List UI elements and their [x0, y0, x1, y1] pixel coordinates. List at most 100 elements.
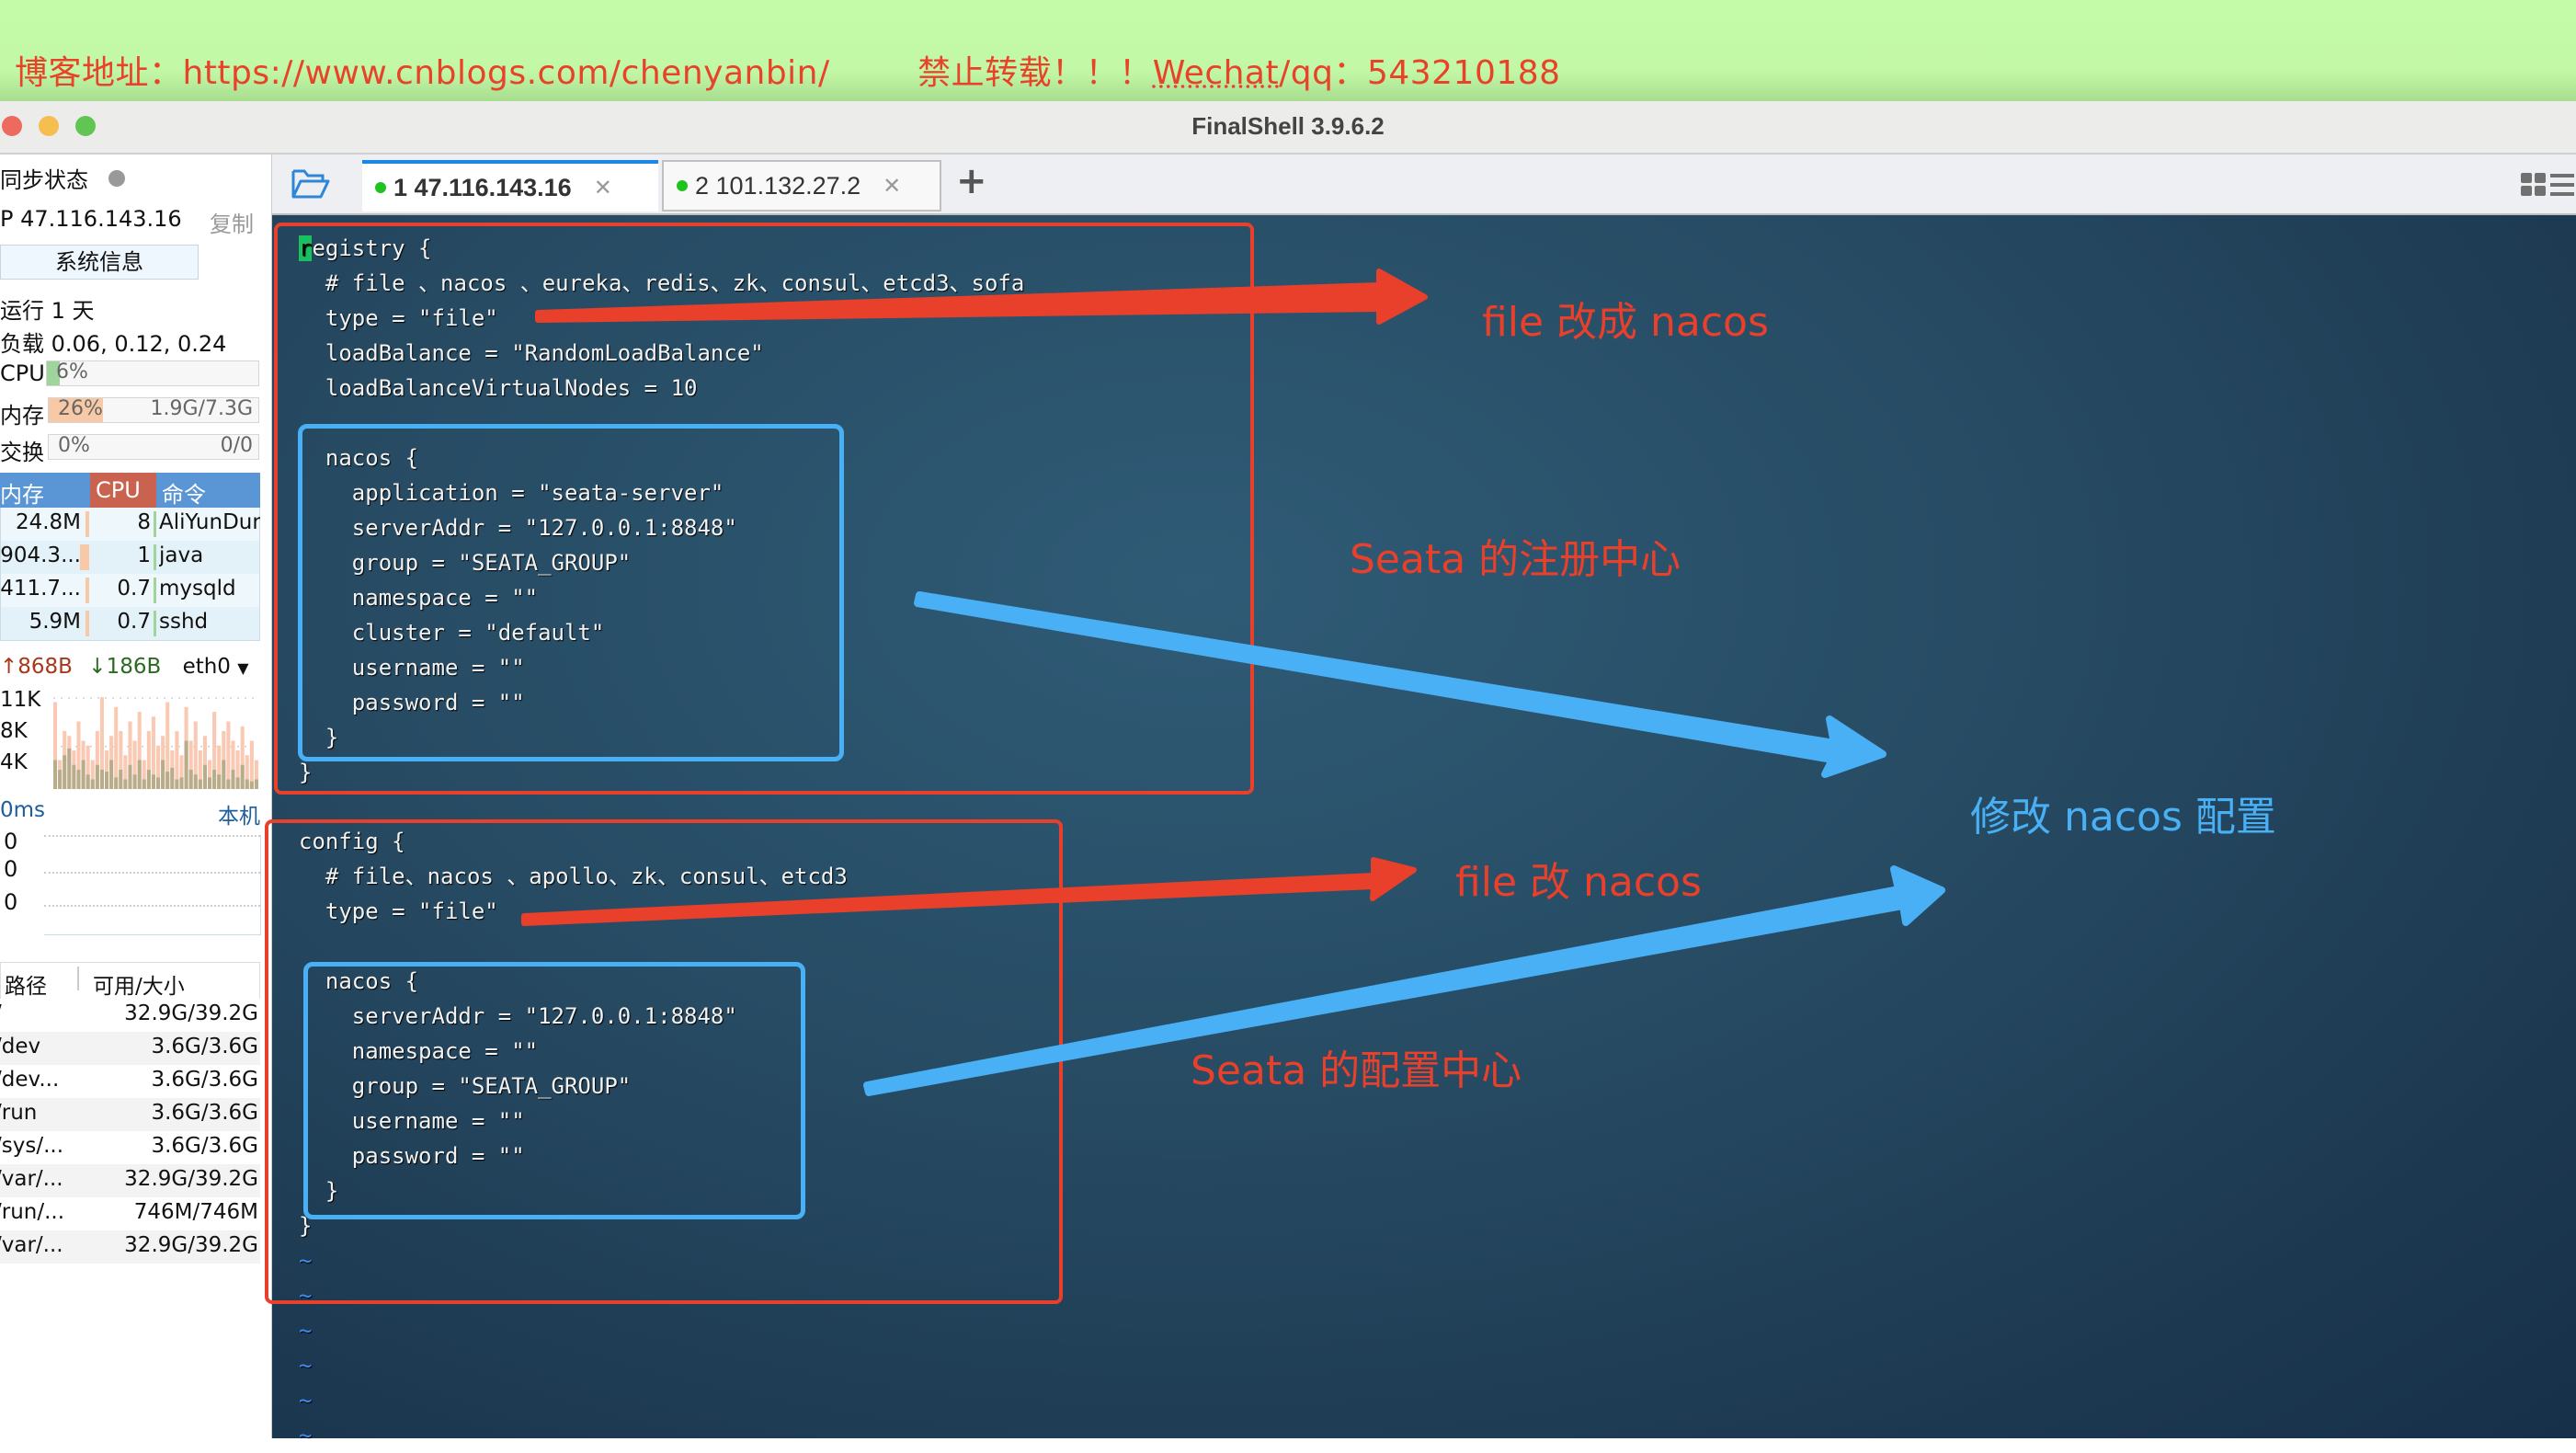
tab-session-2[interactable]: 2 101.132.27.2 ✕	[662, 160, 941, 212]
network-download-bar	[151, 774, 155, 789]
terminal-line: ~	[299, 1353, 313, 1379]
tab-session-1[interactable]: 1 47.116.143.16 ✕	[362, 160, 658, 212]
process-memory-bar	[85, 578, 89, 603]
network-download-bar	[208, 777, 212, 789]
system-info-button[interactable]: 系统信息	[0, 245, 199, 280]
network-download-bar	[188, 770, 193, 789]
window-title: FinalShell 3.9.6.2	[1191, 112, 1385, 140]
process-table: 24.8M 8 AliYunDun 904.3... 1 java 411.7... 0.7 m…	[0, 508, 260, 641]
disk-row[interactable]: /run 3.6G/3.6G	[0, 1098, 260, 1131]
memory-percent: 26%	[58, 397, 103, 420]
network-download-bar	[235, 777, 240, 789]
network-download-bar	[146, 770, 151, 789]
ping-values: 0 0 0	[4, 828, 17, 916]
network-download-bar	[137, 760, 142, 789]
process-header-memory[interactable]: 内存	[0, 476, 44, 509]
process-row[interactable]: 24.8M 8 AliYunDun	[1, 508, 260, 541]
process-command: mysqld	[159, 577, 236, 601]
network-interface-select[interactable]: eth0	[183, 655, 231, 679]
disk-usage: 32.9G/39.2G	[124, 1167, 258, 1191]
registry-type-note: file 改成 nacos	[1482, 299, 1769, 346]
network-download-bar	[105, 772, 109, 789]
disk-row[interactable]: /var/... 32.9G/39.2G	[0, 1164, 260, 1197]
disk-usage: 746M/746M	[133, 1200, 258, 1224]
swap-label: 交换	[0, 440, 44, 465]
config-center-note: Seata 的配置中心	[1191, 1047, 1522, 1094]
network-download-bar	[179, 777, 184, 789]
watermark-banner: 博客地址：https://www.cnblogs.com/chenyanbin/…	[0, 0, 2576, 101]
network-download-bar	[240, 764, 245, 789]
network-download-bar	[109, 760, 114, 789]
disk-row[interactable]: /var/... 32.9G/39.2G	[0, 1230, 260, 1264]
disk-path: /var/...	[0, 1233, 63, 1257]
process-memory: 24.8M	[15, 510, 81, 534]
terminal-line: ~	[299, 1423, 313, 1448]
registry-center-note: Seata 的注册中心	[1350, 536, 1681, 583]
network-download-bar	[114, 777, 119, 789]
process-header-cpu[interactable]: CPU	[90, 473, 156, 508]
network-upload-bar	[114, 706, 119, 789]
network-traffic-chart	[53, 697, 259, 789]
process-memory: 411.7...	[0, 577, 81, 601]
sync-status-label: 同步状态	[0, 167, 88, 193]
download-rate: 186B	[106, 655, 162, 679]
network-download-bar	[156, 777, 161, 789]
ping-value: 0	[4, 889, 18, 915]
network-download-bar	[132, 774, 137, 789]
close-tab-icon[interactable]: ✕	[883, 173, 901, 200]
memory-meter: 26% 1.9G/7.3G	[48, 397, 259, 423]
disk-row[interactable]: /dev... 3.6G/3.6G	[0, 1065, 260, 1098]
grid-list-icon[interactable]	[2521, 171, 2574, 199]
config-nacos-highlight-box	[303, 962, 805, 1219]
process-cpu: 1	[137, 543, 151, 567]
network-y-tick: 4K	[0, 750, 28, 774]
disk-header-path[interactable]: 路径	[5, 968, 47, 1000]
upload-rate: 868B	[17, 655, 73, 679]
network-download-bar	[58, 770, 63, 789]
download-arrow-icon: ↓	[88, 655, 107, 679]
disk-usage: 32.9G/39.2G	[124, 1001, 258, 1025]
notice-prefix: 禁止转载！！！	[918, 54, 1153, 92]
network-y-axis: 11K 8K 4K	[0, 684, 40, 778]
add-tab-button[interactable]: +	[956, 160, 987, 202]
disk-row[interactable]: /sys/... 3.6G/3.6G	[0, 1131, 260, 1164]
swap-meter: 0% 0/0	[48, 434, 259, 460]
disk-row[interactable]: /dev 3.6G/3.6G	[0, 1032, 260, 1065]
copy-ip-button[interactable]: 复制	[210, 206, 254, 238]
network-download-bar	[165, 772, 170, 789]
connected-status-icon	[375, 182, 386, 193]
disk-usage: 3.6G/3.6G	[151, 1134, 258, 1158]
config-type-note: file 改 nacos	[1455, 859, 1702, 906]
disk-path: /run	[0, 1101, 38, 1125]
chevron-down-icon[interactable]: ▼	[237, 659, 248, 677]
folder-open-icon[interactable]	[291, 167, 331, 200]
process-header-command[interactable]: 命令	[162, 476, 206, 509]
network-download-bar	[85, 774, 90, 789]
disk-usage: 3.6G/3.6G	[151, 1068, 258, 1092]
disk-usage: 3.6G/3.6G	[151, 1101, 258, 1125]
disk-header-usage[interactable]: 可用/大小	[93, 968, 185, 1000]
disk-row[interactable]: /run/... 746M/746M	[0, 1197, 260, 1230]
ping-value: 0	[4, 856, 18, 882]
network-download-bar	[198, 779, 202, 789]
connected-status-icon	[677, 180, 688, 191]
process-row[interactable]: 411.7... 0.7 mysqld	[0, 574, 259, 607]
network-download-bar	[90, 779, 95, 789]
network-download-bar	[76, 770, 81, 789]
ip-address: P 47.116.143.16	[0, 206, 182, 232]
network-download-bar	[161, 760, 165, 789]
cpu-meter: 6%	[46, 360, 259, 386]
close-tab-icon[interactable]: ✕	[594, 175, 612, 201]
process-row[interactable]: 904.3... 1 java	[0, 541, 259, 574]
process-row[interactable]: 5.9M 0.7 sshd	[1, 607, 259, 640]
network-download-bar	[231, 770, 235, 789]
tab-bar: 1 47.116.143.16 ✕ 2 101.132.27.2 ✕ +	[272, 154, 2576, 215]
swap-usage: 0/0	[220, 434, 253, 457]
network-download-bar	[99, 770, 104, 789]
ping-target[interactable]: 本机	[218, 798, 260, 829]
network-download-bar	[119, 770, 123, 789]
disk-row[interactable]: / 32.9G/39.2G	[0, 999, 260, 1032]
registry-nacos-highlight-box	[298, 424, 844, 761]
cpu-label: CPU	[0, 360, 45, 386]
load-average: 负载 0.06, 0.12, 0.24	[0, 331, 227, 357]
